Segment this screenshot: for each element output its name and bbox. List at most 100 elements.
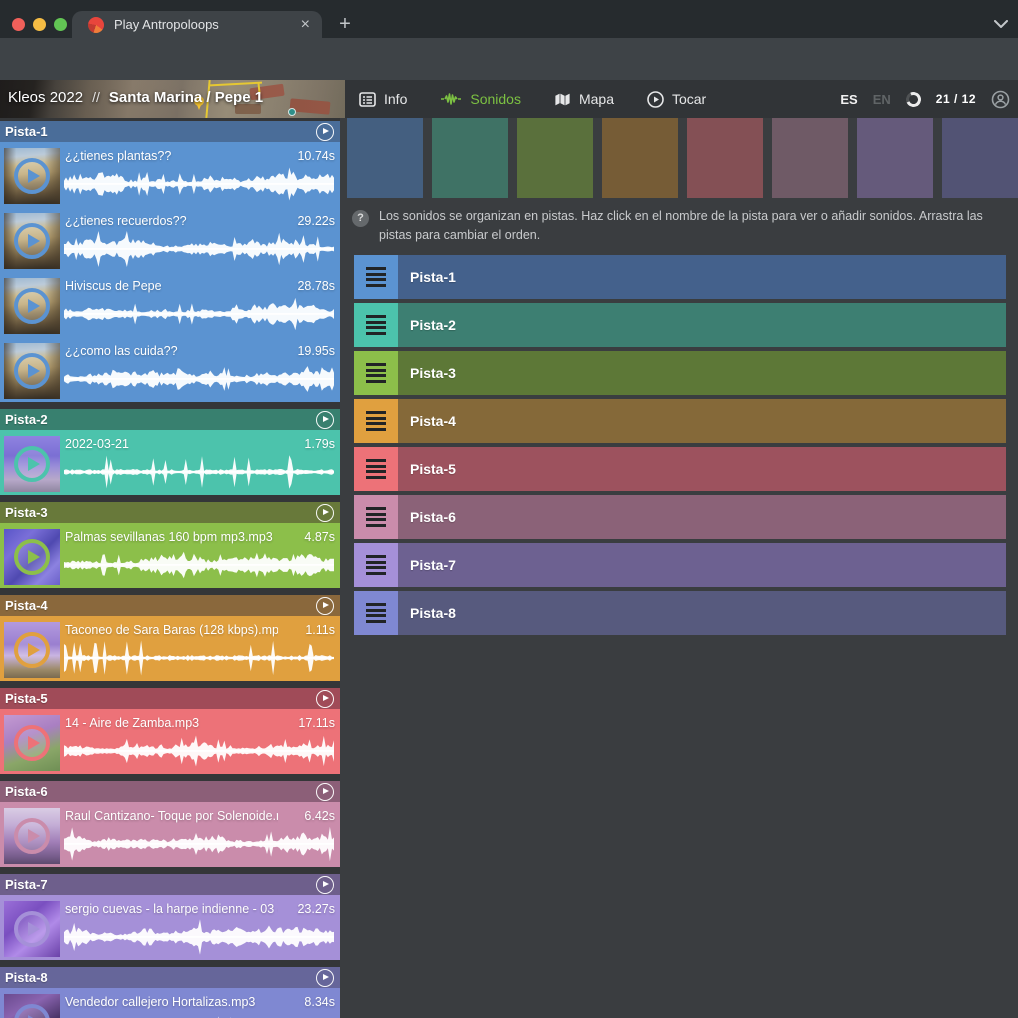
track-header[interactable]: Pista-4 — [0, 595, 340, 616]
lang-es-button[interactable]: ES — [840, 92, 857, 107]
swatch-pista-4[interactable] — [602, 118, 678, 198]
remix-cover-map[interactable]: Kleos 2022 // Santa Marina / Pepe 1 — [0, 80, 345, 118]
swatch-pista-2[interactable] — [432, 118, 508, 198]
track-row-body[interactable]: Pista-2 — [398, 303, 1006, 347]
track-row-pista-7[interactable]: Pista-7 — [354, 543, 1006, 587]
drag-handle[interactable] — [354, 255, 398, 299]
track-name[interactable]: Pista-1 — [5, 124, 316, 139]
track-play-icon[interactable] — [316, 783, 334, 801]
swatch-pista-5[interactable] — [687, 118, 763, 198]
clip-waveform[interactable] — [64, 166, 334, 202]
clip-thumbnail[interactable] — [4, 622, 60, 678]
clip-thumbnail[interactable] — [4, 529, 60, 585]
track-row-body[interactable]: Pista-6 — [398, 495, 1006, 539]
track-play-icon[interactable] — [316, 411, 334, 429]
clip-waveform[interactable] — [64, 454, 334, 490]
browser-tab[interactable]: Play Antropoloops × — [72, 11, 322, 38]
new-tab-button[interactable]: + — [332, 12, 358, 38]
track-name[interactable]: Pista-7 — [5, 877, 316, 892]
audio-clip[interactable]: Hiviscus de Pepe28.78s — [0, 272, 340, 337]
track-header[interactable]: Pista-1 — [0, 121, 340, 142]
clip-waveform[interactable] — [64, 296, 334, 332]
audio-clip[interactable]: sergio cuevas - la harpe indienne - 03 -… — [0, 895, 340, 960]
clip-waveform[interactable] — [64, 547, 334, 583]
window-zoom-button[interactable] — [54, 18, 67, 31]
audio-clip[interactable]: ¿¿tienes plantas??10.74s — [0, 142, 340, 207]
track-play-icon[interactable] — [316, 597, 334, 615]
swatch-pista-1[interactable] — [347, 118, 423, 198]
nav-mapa[interactable]: Mapa — [554, 91, 614, 107]
nav-sonidos[interactable]: Sonidos — [440, 91, 521, 107]
track-play-icon[interactable] — [316, 969, 334, 987]
track-name[interactable]: Pista-6 — [5, 784, 316, 799]
nav-tocar[interactable]: Tocar — [647, 91, 706, 108]
audio-clip[interactable]: 2022-03-211.79s — [0, 430, 340, 495]
clip-thumbnail[interactable] — [4, 343, 60, 399]
audio-clip[interactable]: Palmas sevillanas 160 bpm mp3.mp34.87s — [0, 523, 340, 588]
audio-clip[interactable]: Vendedor callejero Hortalizas.mp38.34s — [0, 988, 340, 1018]
clip-thumbnail[interactable] — [4, 148, 60, 204]
drag-handle[interactable] — [354, 303, 398, 347]
window-minimize-button[interactable] — [33, 18, 46, 31]
track-header[interactable]: Pista-3 — [0, 502, 340, 523]
track-play-icon[interactable] — [316, 123, 334, 141]
clip-thumbnail[interactable] — [4, 213, 60, 269]
drag-handle[interactable] — [354, 399, 398, 443]
clip-thumbnail[interactable] — [4, 436, 60, 492]
clip-waveform[interactable] — [64, 640, 334, 676]
track-play-icon[interactable] — [316, 690, 334, 708]
clip-thumbnail[interactable] — [4, 278, 60, 334]
clip-thumbnail[interactable] — [4, 808, 60, 864]
drag-handle[interactable] — [354, 447, 398, 491]
clip-waveform[interactable] — [64, 231, 334, 267]
drag-handle[interactable] — [354, 495, 398, 539]
drag-handle[interactable] — [354, 543, 398, 587]
window-close-button[interactable] — [12, 18, 25, 31]
track-header[interactable]: Pista-2 — [0, 409, 340, 430]
track-row-pista-5[interactable]: Pista-5 — [354, 447, 1006, 491]
track-row-pista-4[interactable]: Pista-4 — [354, 399, 1006, 443]
chevron-down-icon[interactable] — [994, 20, 1008, 28]
track-play-icon[interactable] — [316, 876, 334, 894]
track-row-pista-6[interactable]: Pista-6 — [354, 495, 1006, 539]
track-row-body[interactable]: Pista-4 — [398, 399, 1006, 443]
audio-clip[interactable]: ¿¿como las cuida??19.95s — [0, 337, 340, 402]
track-row-body[interactable]: Pista-1 — [398, 255, 1006, 299]
clip-thumbnail[interactable] — [4, 994, 60, 1018]
track-row-pista-3[interactable]: Pista-3 — [354, 351, 1006, 395]
swatch-pista-6[interactable] — [772, 118, 848, 198]
track-row-body[interactable]: Pista-7 — [398, 543, 1006, 587]
track-row-body[interactable]: Pista-5 — [398, 447, 1006, 491]
track-play-icon[interactable] — [316, 504, 334, 522]
track-name[interactable]: Pista-2 — [5, 412, 316, 427]
track-row-body[interactable]: Pista-8 — [398, 591, 1006, 635]
clip-waveform[interactable] — [64, 733, 334, 769]
track-row-pista-1[interactable]: Pista-1 — [354, 255, 1006, 299]
account-icon[interactable] — [991, 90, 1010, 109]
track-header[interactable]: Pista-7 — [0, 874, 340, 895]
track-header[interactable]: Pista-6 — [0, 781, 340, 802]
breadcrumb-project[interactable]: Kleos 2022 — [8, 89, 83, 106]
drag-handle[interactable] — [354, 591, 398, 635]
clip-thumbnail[interactable] — [4, 901, 60, 957]
audio-clip[interactable]: Raul Cantizano- Toque por Solenoide.mp36… — [0, 802, 340, 867]
track-row-pista-2[interactable]: Pista-2 — [354, 303, 1006, 347]
track-header[interactable]: Pista-8 — [0, 967, 340, 988]
drag-handle[interactable] — [354, 351, 398, 395]
nav-info[interactable]: Info — [359, 91, 407, 107]
track-name[interactable]: Pista-4 — [5, 598, 316, 613]
audio-clip[interactable]: Taconeo de Sara Baras (128 kbps).mp31.11… — [0, 616, 340, 681]
track-name[interactable]: Pista-5 — [5, 691, 316, 706]
clip-waveform[interactable] — [64, 826, 334, 862]
swatch-pista-8[interactable] — [942, 118, 1018, 198]
swatch-pista-3[interactable] — [517, 118, 593, 198]
track-row-body[interactable]: Pista-3 — [398, 351, 1006, 395]
clip-waveform[interactable] — [64, 1012, 334, 1018]
audio-clip[interactable]: 14 - Aire de Zamba.mp317.11s — [0, 709, 340, 774]
track-name[interactable]: Pista-8 — [5, 970, 316, 985]
clip-thumbnail[interactable] — [4, 715, 60, 771]
track-header[interactable]: Pista-5 — [0, 688, 340, 709]
tab-close-icon[interactable]: × — [301, 17, 310, 33]
clip-waveform[interactable] — [64, 361, 334, 397]
clip-waveform[interactable] — [64, 919, 334, 955]
